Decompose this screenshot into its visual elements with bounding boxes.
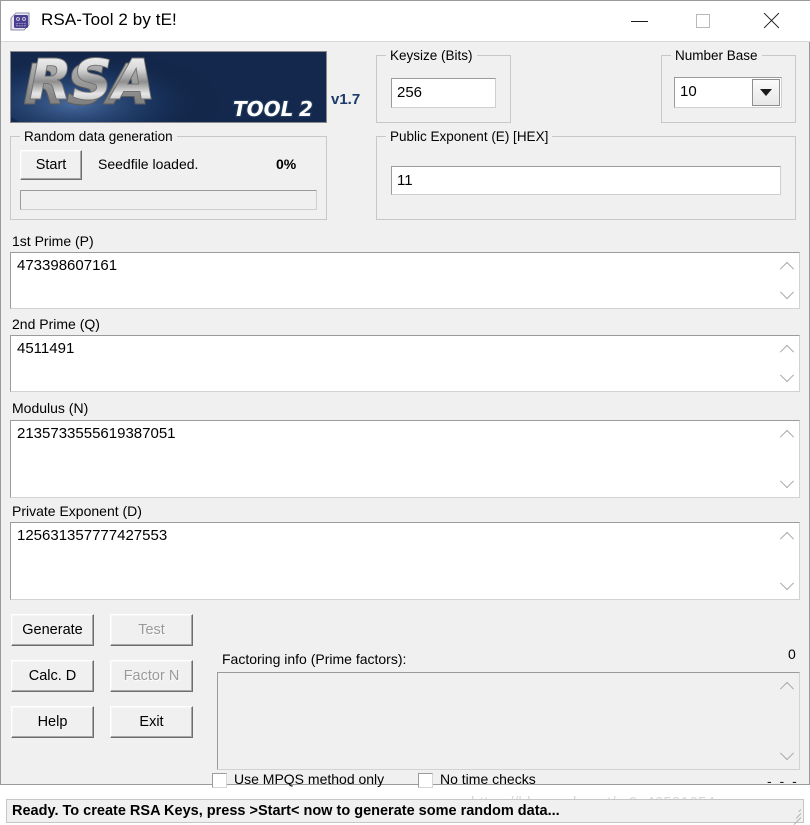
scroll-up-icon[interactable] — [775, 257, 799, 275]
keysize-group-label: Keysize (Bits) — [386, 48, 477, 63]
status-text: Ready. To create RSA Keys, press >Start<… — [12, 803, 560, 819]
private-exponent-field[interactable]: 125631357777427553 — [10, 522, 800, 600]
keysize-input[interactable]: 256 — [391, 78, 496, 108]
number-base-select[interactable]: 10 — [674, 77, 782, 108]
scroll-up-icon[interactable] — [775, 527, 799, 545]
svg-text:RSA: RSA — [29, 52, 156, 113]
scroll-down-icon[interactable] — [775, 475, 799, 493]
number-base-group-label: Number Base — [671, 48, 762, 63]
modulus-scrollbar[interactable] — [775, 421, 799, 497]
close-icon — [762, 12, 780, 30]
random-data-progress-bar — [20, 190, 317, 210]
title-bar: RSA-Tool 2 by tE! — [1, 1, 810, 42]
prime-q-scrollbar[interactable] — [775, 336, 799, 391]
scroll-down-icon[interactable] — [775, 286, 799, 304]
minimize-icon — [631, 21, 648, 22]
factor-n-button: Factor N — [110, 660, 193, 692]
scroll-up-icon[interactable] — [775, 677, 799, 695]
use-mpqs-checkbox[interactable] — [212, 773, 227, 788]
scroll-up-icon[interactable] — [775, 425, 799, 443]
maximize-icon — [696, 14, 710, 28]
maximize-button[interactable] — [677, 1, 729, 41]
prime-q-value: 4511491 — [17, 340, 74, 357]
number-base-value: 10 — [680, 83, 697, 100]
rsa-tool-window: RSA-Tool 2 by tE! — [0, 0, 810, 785]
random-data-group-label: Random data generation — [20, 129, 177, 144]
public-exponent-input[interactable]: 11 — [391, 166, 781, 195]
number-base-dropdown-button[interactable] — [752, 79, 780, 106]
private-exponent-scrollbar[interactable] — [775, 523, 799, 599]
prime-q-field[interactable]: 4511491 — [10, 335, 800, 392]
prime-q-label: 2nd Prime (Q) — [12, 316, 100, 332]
resize-grip-icon[interactable] — [787, 806, 801, 820]
modulus-field[interactable]: 2135733555619387051 — [10, 420, 800, 498]
window-title: RSA-Tool 2 by tE! — [41, 10, 177, 30]
no-time-checks-checkbox[interactable] — [418, 773, 433, 788]
random-data-percent: 0% — [276, 156, 296, 172]
status-bar: Ready. To create RSA Keys, press >Start<… — [6, 799, 804, 823]
factoring-count: 0 — [788, 646, 796, 662]
seedfile-status: Seedfile loaded. — [98, 156, 198, 172]
svg-text:2: 2 — [299, 97, 313, 121]
private-exponent-value: 125631357777427553 — [17, 527, 167, 544]
chevron-down-icon — [760, 89, 772, 96]
prime-p-label: 1st Prime (P) — [12, 233, 94, 249]
prime-p-scrollbar[interactable] — [775, 253, 799, 308]
factoring-info-box[interactable] — [217, 672, 800, 770]
prime-p-value: 473398607161 — [17, 257, 117, 274]
help-button[interactable]: Help — [11, 706, 94, 738]
minimize-button[interactable] — [613, 1, 665, 41]
start-button[interactable]: Start — [20, 150, 82, 180]
scroll-down-icon[interactable] — [775, 577, 799, 595]
factoring-info-label: Factoring info (Prime factors): — [222, 651, 406, 667]
modulus-value: 2135733555619387051 — [17, 425, 176, 442]
prime-p-field[interactable]: 473398607161 — [10, 252, 800, 309]
client-area: RSA RSA TOOL 2 v1.7 Keysize (Bits) 256 N… — [1, 42, 809, 784]
close-button[interactable] — [745, 1, 797, 41]
private-exponent-label: Private Exponent (D) — [12, 503, 142, 519]
factoring-scrollbar[interactable] — [775, 673, 799, 769]
modulus-label: Modulus (N) — [12, 400, 88, 416]
version-label: v1.7 — [331, 91, 360, 108]
scroll-down-icon[interactable] — [775, 747, 799, 765]
rsa-logo: RSA RSA TOOL 2 — [10, 51, 327, 123]
factoring-timer: - - - — [767, 773, 799, 789]
generate-button[interactable]: Generate — [11, 614, 94, 646]
scroll-up-icon[interactable] — [775, 340, 799, 358]
public-exponent-group-label: Public Exponent (E) [HEX] — [386, 129, 552, 144]
test-button: Test — [110, 614, 193, 646]
scroll-down-icon[interactable] — [775, 369, 799, 387]
app-icon — [9, 9, 33, 33]
exit-button[interactable]: Exit — [110, 706, 193, 738]
calc-d-button[interactable]: Calc. D — [11, 660, 94, 692]
svg-text:TOOL: TOOL — [233, 97, 293, 121]
